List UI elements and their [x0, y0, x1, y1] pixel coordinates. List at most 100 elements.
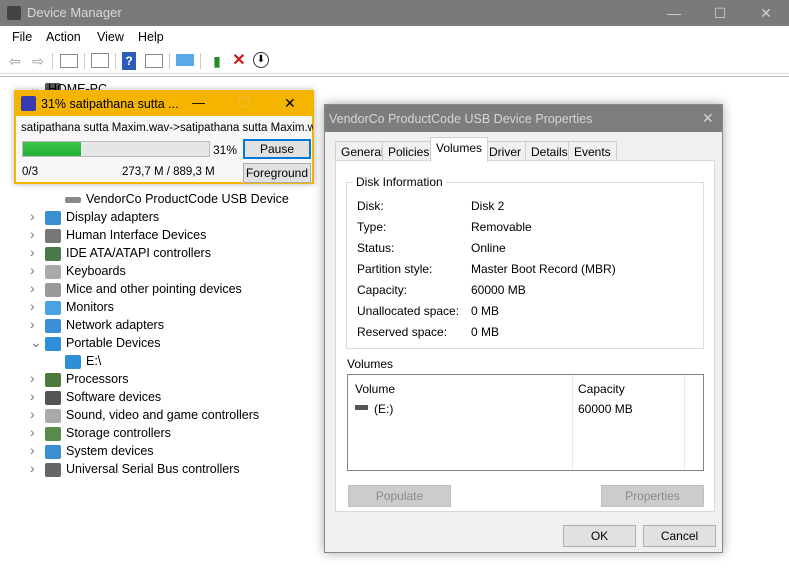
tree-item[interactable]: › System devices	[0, 442, 320, 461]
menu-view[interactable]: View	[97, 30, 124, 44]
tree-item[interactable]: › Keyboards	[0, 262, 320, 281]
disable-device-icon[interactable]: ⬇	[253, 52, 269, 68]
volume-name: (E:)	[374, 402, 394, 416]
forward-icon[interactable]: ⇨	[29, 52, 47, 70]
tree-item[interactable]: › Display adapters	[0, 208, 320, 227]
show-hide-console-tree-icon[interactable]	[60, 54, 78, 68]
tree-item[interactable]: › Storage controllers	[0, 424, 320, 443]
size-progress: 273,7 M / 889,3 M	[122, 166, 215, 178]
tree-item[interactable]: › Processors	[0, 370, 320, 389]
tree-item[interactable]: › Network adapters	[0, 316, 320, 335]
progress-maximize-button: ☐	[238, 95, 250, 110]
disk-info-value: Online	[471, 241, 506, 255]
progress-close-button[interactable]: ✕	[284, 95, 296, 112]
progress-file-label: satipathana sutta Maxim.wav->satipathana…	[21, 122, 313, 134]
minimize-button[interactable]: —	[651, 0, 697, 26]
chevron-right-icon[interactable]: ›	[30, 460, 35, 476]
tree-item-label: IDE ATA/ATAPI controllers	[66, 246, 211, 260]
chevron-right-icon[interactable]: ›	[30, 316, 35, 332]
tab-events[interactable]: Events	[568, 141, 617, 161]
volume-capacity: 60000 MB	[578, 402, 633, 416]
cancel-button[interactable]: Cancel	[643, 525, 716, 547]
window-title: Device Manager	[27, 5, 122, 20]
device-icon	[45, 445, 61, 459]
chevron-right-icon[interactable]: ›	[30, 280, 35, 296]
progress-minimize-button[interactable]: —	[192, 95, 205, 110]
chevron-right-icon[interactable]: ›	[30, 244, 35, 260]
action-pane-icon[interactable]	[145, 54, 163, 68]
device-icon	[45, 229, 61, 243]
properties-icon[interactable]	[91, 53, 109, 68]
properties-close-button[interactable]: ✕	[702, 110, 714, 127]
tree-item[interactable]: › Software devices	[0, 388, 320, 407]
tab-driver[interactable]: Driver	[483, 141, 527, 161]
disk-info-value: Removable	[471, 220, 532, 234]
tab-details[interactable]: Details	[525, 141, 574, 161]
chevron-right-icon[interactable]: ›	[30, 370, 35, 386]
separator	[52, 53, 53, 69]
volumes-list[interactable]: Volume Capacity (E:) 60000 MB	[347, 374, 704, 471]
chevron-right-icon[interactable]: ›	[30, 388, 35, 404]
disk-info-value: Master Boot Record (MBR)	[471, 262, 616, 276]
menu-file[interactable]: File	[12, 30, 32, 44]
device-icon	[65, 355, 81, 369]
device-icon	[45, 427, 61, 441]
tree-item[interactable]: E:\	[0, 353, 320, 371]
tree-item-label: Sound, video and game controllers	[66, 408, 260, 422]
disk-info-label: Type:	[357, 220, 387, 234]
tree-item[interactable]: › Universal Serial Bus controllers	[0, 460, 320, 479]
column-capacity[interactable]: Capacity	[578, 382, 625, 396]
volume-row[interactable]: (E:) 60000 MB	[348, 399, 703, 419]
tree-item-label: Keyboards	[66, 264, 126, 278]
disk-info-value: 0 MB	[471, 325, 500, 339]
device-icon	[45, 247, 61, 261]
device-icon	[45, 211, 61, 225]
tree-item[interactable]: VendorCo ProductCode USB Device	[0, 191, 320, 209]
disk-info-value: 60000 MB	[471, 283, 526, 297]
device-icon	[45, 373, 61, 387]
close-button[interactable]: ✕	[743, 0, 789, 26]
tree-item-label: Portable Devices	[66, 336, 161, 350]
ok-button[interactable]: OK	[563, 525, 636, 547]
chevron-right-icon[interactable]: ›	[30, 406, 35, 422]
tree-item[interactable]: › IDE ATA/ATAPI controllers	[0, 244, 320, 263]
update-driver-icon[interactable]: ▮	[208, 52, 226, 70]
disk-info-label: Capacity:	[357, 283, 408, 297]
menu-action[interactable]: Action	[46, 30, 81, 44]
chevron-right-icon[interactable]: ›	[30, 442, 35, 458]
foreground-button[interactable]: Foreground	[243, 163, 311, 183]
back-icon[interactable]: ⇦	[6, 52, 24, 70]
tree-item[interactable]: ⌄ Portable Devices	[0, 334, 320, 353]
progress-title: 31% satipathana sutta ...	[41, 97, 179, 111]
tree-item[interactable]: › Sound, video and game controllers	[0, 406, 320, 425]
tab-policies[interactable]: Policies	[382, 141, 436, 161]
tree-item[interactable]: › Mice and other pointing devices	[0, 280, 320, 299]
scan-hardware-icon[interactable]	[176, 54, 194, 66]
device-manager-icon	[7, 6, 21, 20]
chevron-right-icon[interactable]: ›	[30, 226, 35, 242]
tab-volumes[interactable]: Volumes	[430, 137, 489, 162]
tree-item-label: Monitors	[66, 300, 114, 314]
toolbar: ⇦ ⇨ ? ▮ ✕ ⬇	[0, 48, 789, 74]
menu-help[interactable]: Help	[138, 30, 164, 44]
maximize-button[interactable]: ☐	[697, 0, 743, 26]
device-icon	[45, 337, 61, 351]
copy-progress-dialog: 31% satipathana sutta ... — ☐ ✕ satipath…	[14, 90, 314, 184]
tree-item[interactable]: › Monitors	[0, 298, 320, 317]
tree-item-label: Software devices	[66, 390, 162, 404]
column-volume[interactable]: Volume	[355, 382, 395, 396]
help-icon[interactable]: ?	[122, 52, 136, 70]
tree-item-label: Storage controllers	[66, 426, 171, 440]
chevron-right-icon[interactable]: ›	[30, 298, 35, 314]
chevron-right-icon[interactable]: ›	[30, 262, 35, 278]
uninstall-icon[interactable]: ✕	[230, 52, 248, 70]
chevron-down-icon[interactable]: ⌄	[30, 334, 42, 351]
separator	[200, 53, 201, 69]
tree-item[interactable]: › Human Interface Devices	[0, 226, 320, 245]
volumes-label: Volumes	[347, 357, 394, 371]
chevron-right-icon[interactable]: ›	[30, 208, 35, 224]
pause-button[interactable]: Pause	[243, 139, 311, 159]
disk-info-label: Partition style:	[357, 262, 433, 276]
chevron-right-icon[interactable]: ›	[30, 424, 35, 440]
separator	[84, 53, 85, 69]
